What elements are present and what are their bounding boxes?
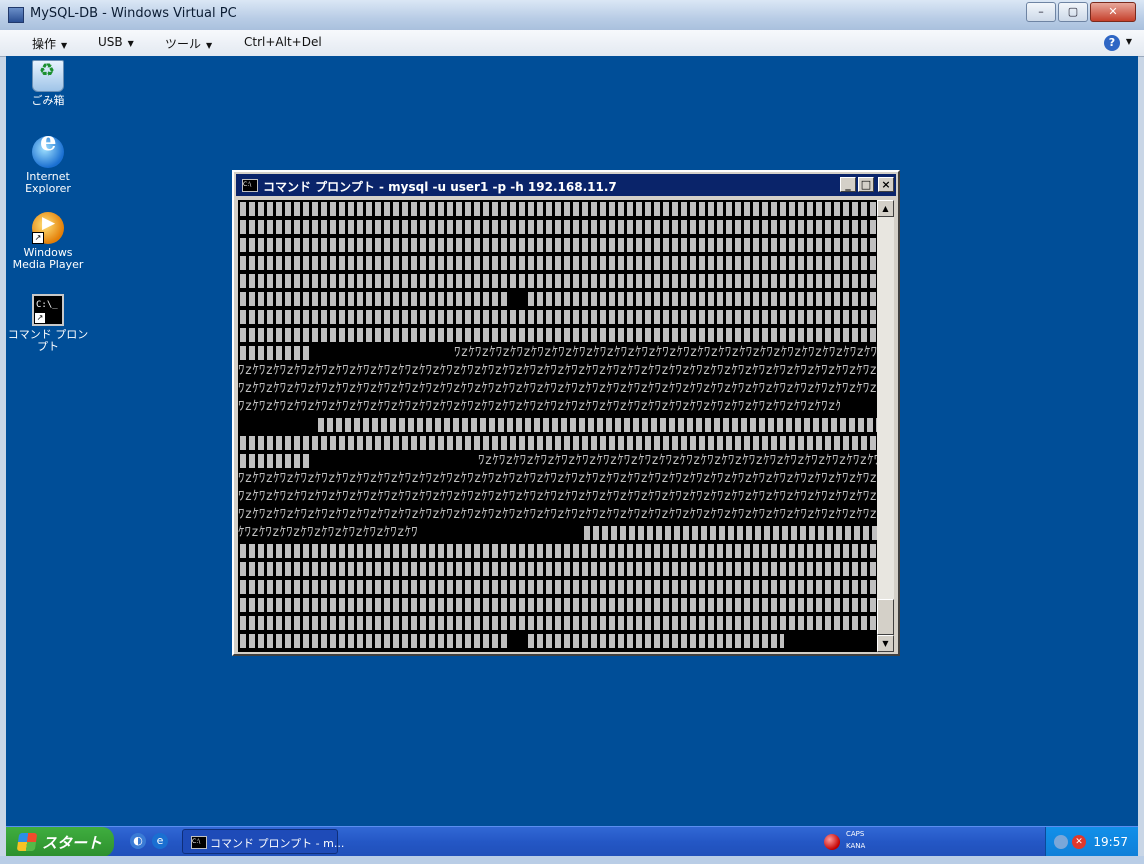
desktop-icon-label: Internet Explorer xyxy=(25,170,71,195)
garbled-block-row xyxy=(240,202,880,216)
garbled-block-row xyxy=(240,238,880,252)
garbled-block-row xyxy=(240,634,510,648)
ime-bar[interactable]: CAPS KANA xyxy=(822,830,892,854)
help-icon[interactable]: ? xyxy=(1104,35,1120,51)
maximize-button[interactable]: ▢ xyxy=(1058,2,1088,22)
shortcut-arrow-icon: ↗ xyxy=(34,312,46,324)
console-output[interactable]: ﾜzｹﾜzｹﾜzｹﾜzｹﾜzｹﾜzｹﾜzｹﾜzｹﾜzｹﾜzｹﾜzｹﾜzｹﾜzｹﾜ… xyxy=(238,200,880,652)
garbled-block-row xyxy=(240,562,880,576)
console-minimize-button[interactable]: _ xyxy=(840,177,856,192)
garbled-block-row xyxy=(240,454,312,468)
shortcut-arrow-icon: ↗ xyxy=(32,232,44,244)
console-window: C:\ コマンド プロンプト - mysql -u user1 -p -h 19… xyxy=(232,170,900,656)
taskbar: スタート ◐ e C:\ コマンド プロンプト - m... CAPS KANA… xyxy=(6,826,1138,857)
vpc-menu-bar: 操作 ▼ USB ▼ ツール ▼ Ctrl+Alt+Del ? ▼ xyxy=(0,30,1144,57)
garbled-text-line: ﾜzｹﾜzｹﾜzｹﾜzｹﾜzｹﾜzｹﾜzｹﾜzｹﾜzｹﾜzｹﾜzｹﾜzｹﾜzｹﾜ… xyxy=(454,345,880,360)
system-tray: ✕ 19:57 xyxy=(1045,827,1138,857)
menu-tools[interactable]: ツール ▼ xyxy=(165,35,212,52)
recycle-bin-icon xyxy=(32,60,64,92)
taskbar-button-label: コマンド プロンプト - m... xyxy=(210,837,345,850)
garbled-block-row xyxy=(240,274,880,288)
garbled-text-line: ﾜzｹﾜzｹﾜzｹﾜzｹﾜzｹﾜzｹﾜzｹﾜzｹﾜzｹﾜzｹﾜzｹﾜzｹﾜzｹﾜ… xyxy=(238,471,880,486)
chevron-down-icon: ▼ xyxy=(127,39,134,48)
console-title: コマンド プロンプト - mysql -u user1 -p -h 192.16… xyxy=(263,180,617,194)
garbled-block-row xyxy=(240,436,880,450)
desktop-icon-command-prompt[interactable]: ↗ コマンド プロンプト xyxy=(6,294,90,353)
menu-usb[interactable]: USB ▼ xyxy=(98,35,134,49)
garbled-text-line: ﾜzｹﾜzｹﾜzｹﾜzｹﾜzｹﾜzｹﾜzｹﾜzｹﾜzｹﾜzｹﾜzｹﾜzｹﾜzｹﾜ… xyxy=(238,489,880,504)
start-button[interactable]: スタート xyxy=(6,827,114,857)
console-close-button[interactable]: × xyxy=(878,177,894,192)
desktop-icon-internet-explorer[interactable]: Internet Explorer xyxy=(6,136,90,195)
garbled-block-row xyxy=(240,310,880,324)
garbled-text-line: ﾜzｹﾜzｹﾜzｹﾜzｹﾜzｹﾜzｹﾜzｹﾜzｹﾜzｹﾜzｹﾜzｹﾜzｹﾜzｹﾜ… xyxy=(238,363,880,378)
minimize-button[interactable]: – xyxy=(1026,2,1056,22)
menu-action-label: 操作 xyxy=(32,37,57,51)
desktop-icon-label: コマンド プロンプト xyxy=(7,328,89,353)
internet-explorer-icon[interactable]: e xyxy=(152,833,168,849)
garbled-text-line: ｹﾜzｹﾜzｹﾜzｹﾜzｹﾜzｹﾜzｹﾜzｹﾜzｹﾜzｹ xyxy=(238,525,418,540)
garbled-block-row xyxy=(240,328,880,342)
garbled-block-row xyxy=(240,256,880,270)
garbled-block-row xyxy=(240,544,880,558)
console-scrollbar[interactable]: ▲ ▼ xyxy=(877,200,894,652)
garbled-block-row xyxy=(240,346,312,360)
chevron-down-icon[interactable]: ▼ xyxy=(1126,37,1132,46)
show-desktop-icon[interactable]: ◐ xyxy=(130,833,146,849)
garbled-block-row xyxy=(528,292,880,306)
chevron-down-icon: ▼ xyxy=(206,41,213,50)
start-label: スタート xyxy=(42,834,103,852)
vpc-title-bar: MySQL-DB - Windows Virtual PC – ▢ ✕ xyxy=(0,0,1144,31)
command-prompt-icon: ↗ xyxy=(32,294,64,326)
scroll-up-icon[interactable]: ▲ xyxy=(877,200,894,217)
windows-flag-icon xyxy=(16,833,38,851)
vpc-bottom-border xyxy=(0,856,1144,864)
internet-explorer-icon xyxy=(32,136,64,168)
garbled-block-row xyxy=(240,220,880,234)
window-controls: – ▢ ✕ xyxy=(1024,2,1136,22)
media-player-icon: ↗ xyxy=(32,212,64,244)
garbled-text-line: ﾜzｹﾜzｹﾜzｹﾜzｹﾜzｹﾜzｹﾜzｹﾜzｹﾜzｹﾜzｹﾜzｹﾜzｹﾜzｹﾜ… xyxy=(478,453,880,468)
garbled-text-line: ﾜzｹﾜzｹﾜzｹﾜzｹﾜzｹﾜzｹﾜzｹﾜzｹﾜzｹﾜzｹﾜzｹﾜzｹﾜzｹﾜ… xyxy=(238,507,880,522)
garbled-text-line: ﾜzｹﾜzｹﾜzｹﾜzｹﾜzｹﾜzｹﾜzｹﾜzｹﾜzｹﾜzｹﾜzｹﾜzｹﾜzｹﾜ… xyxy=(238,399,840,414)
garbled-block-row xyxy=(528,634,784,648)
clock: 19:57 xyxy=(1093,835,1128,849)
desktop-icon-recycle-bin[interactable]: ごみ箱 xyxy=(6,60,90,107)
guest-desktop: ごみ箱 Internet Explorer ↗ Windows Media Pl… xyxy=(6,56,1138,826)
garbled-block-row xyxy=(240,616,880,630)
window-title: MySQL-DB - Windows Virtual PC xyxy=(30,6,237,21)
security-alert-icon[interactable]: ✕ xyxy=(1072,835,1086,849)
menu-usb-label: USB xyxy=(98,35,123,49)
garbled-text-line: ﾜzｹﾜzｹﾜzｹﾜzｹﾜzｹﾜzｹﾜzｹﾜzｹﾜzｹﾜzｹﾜzｹﾜzｹﾜzｹﾜ… xyxy=(238,381,880,396)
network-icon[interactable] xyxy=(1054,835,1068,849)
console-controls: _ □ × xyxy=(838,177,894,192)
menu-tools-label: ツール xyxy=(165,37,202,51)
ime-kana: KANA xyxy=(846,842,866,850)
desktop-icon-label: Windows Media Player xyxy=(12,246,84,271)
garbled-block-row xyxy=(240,292,510,306)
taskbar-button-command-prompt[interactable]: C:\ コマンド プロンプト - m... xyxy=(182,829,344,854)
scroll-thumb[interactable] xyxy=(877,599,894,635)
ime-icon xyxy=(824,834,840,850)
ime-caps: CAPS xyxy=(846,830,865,838)
scroll-down-icon[interactable]: ▼ xyxy=(877,635,894,652)
garbled-block-row xyxy=(318,418,880,432)
console-maximize-button[interactable]: □ xyxy=(858,177,874,192)
close-button[interactable]: ✕ xyxy=(1090,2,1136,22)
virtual-pc-icon xyxy=(8,7,24,23)
garbled-block-row xyxy=(240,598,880,612)
console-icon: C:\ xyxy=(242,179,258,192)
garbled-block-row xyxy=(240,580,880,594)
garbled-block-row xyxy=(584,526,880,540)
desktop-icon-media-player[interactable]: ↗ Windows Media Player xyxy=(6,212,90,271)
menu-action[interactable]: 操作 ▼ xyxy=(32,35,67,52)
menu-ctrl-alt-del[interactable]: Ctrl+Alt+Del xyxy=(244,35,322,49)
menu-ctrl-alt-del-label: Ctrl+Alt+Del xyxy=(244,35,322,49)
desktop-icon-label: ごみ箱 xyxy=(31,94,65,107)
chevron-down-icon: ▼ xyxy=(61,41,68,50)
console-title-bar[interactable]: C:\ コマンド プロンプト - mysql -u user1 -p -h 19… xyxy=(236,174,896,196)
console-icon: C:\ xyxy=(191,836,207,849)
